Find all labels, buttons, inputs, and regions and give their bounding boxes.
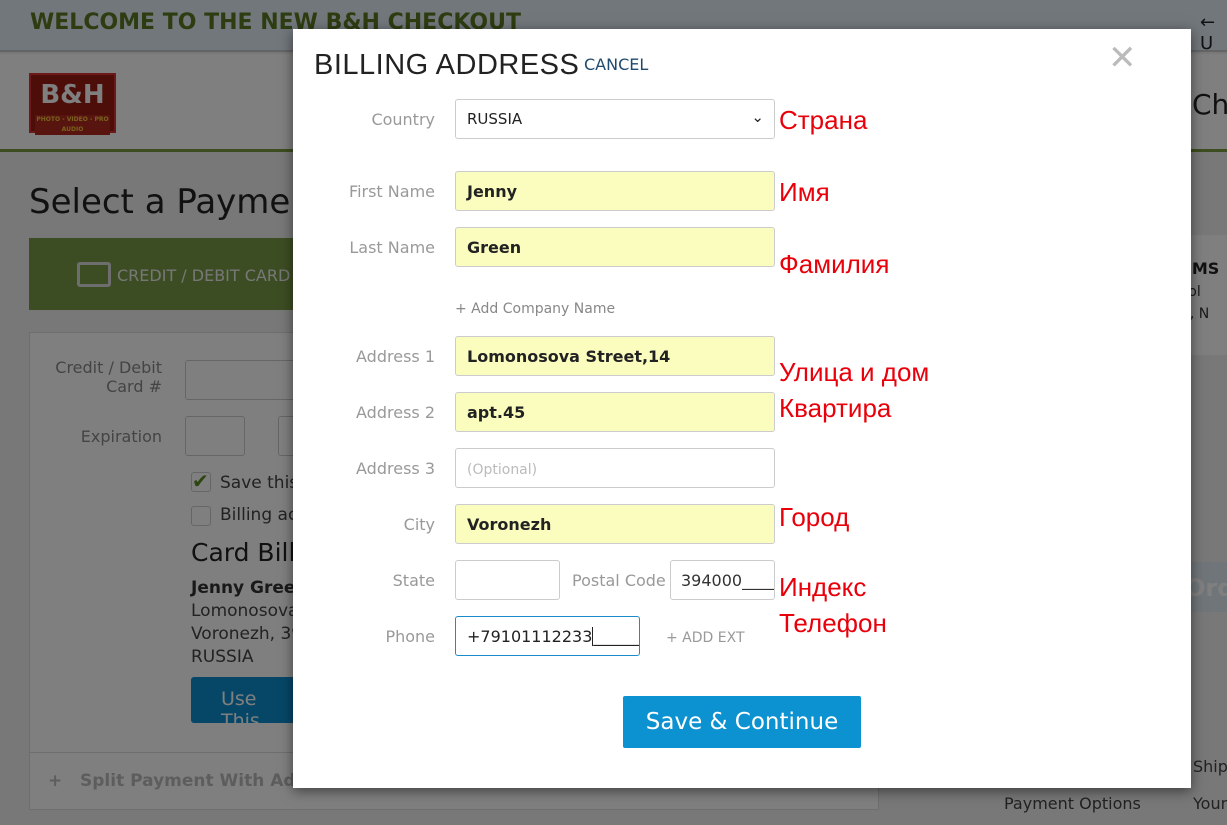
annotation-address2: Квартира — [779, 393, 892, 423]
annotation-city: Город — [779, 502, 850, 532]
cancel-link[interactable]: CANCEL — [584, 55, 648, 74]
first-name-label: First Name — [349, 182, 435, 201]
annotation-postal: Индекс — [779, 572, 867, 602]
address2-input[interactable]: apt.45 — [455, 392, 775, 432]
country-select[interactable]: RUSSIA ⌄ — [455, 99, 775, 139]
postal-code-input[interactable]: 394000____ — [670, 560, 775, 600]
chevron-down-icon: ⌄ — [751, 108, 764, 126]
last-name-label: Last Name — [349, 238, 435, 257]
add-ext-link[interactable]: + ADD EXT — [666, 630, 745, 646]
city-input[interactable]: Voronezh — [455, 504, 775, 544]
annotation-country: Страна — [779, 105, 868, 135]
billing-address-modal: BILLING ADDRESS CANCEL ✕ Country RUSSIA ⌄… — [293, 29, 1191, 788]
state-label: State — [392, 571, 435, 590]
first-name-input[interactable]: Jenny — [455, 171, 775, 211]
annotation-phone: Телефон — [779, 608, 887, 638]
postal-code-label: Postal Code — [572, 571, 666, 590]
modal-title: BILLING ADDRESS — [314, 49, 580, 81]
save-continue-button[interactable]: Save & Continue — [623, 696, 861, 748]
last-name-input[interactable]: Green — [455, 227, 775, 267]
annotation-first-name: Имя — [779, 177, 830, 207]
phone-label: Phone — [385, 627, 435, 646]
address3-label: Address 3 — [356, 459, 435, 478]
annotation-address1: Улица и дом — [779, 357, 930, 387]
phone-input[interactable]: +79101112233______ — [455, 616, 640, 656]
country-label: Country — [371, 110, 435, 129]
address1-input[interactable]: Lomonosova Street,14 — [455, 336, 775, 376]
add-company-link[interactable]: + Add Company Name — [455, 301, 615, 317]
address2-label: Address 2 — [356, 403, 435, 422]
address3-input[interactable]: (Optional) — [455, 448, 775, 488]
address1-label: Address 1 — [356, 347, 435, 366]
close-icon[interactable]: ✕ — [1108, 41, 1137, 75]
state-input[interactable] — [455, 560, 560, 600]
annotation-last-name: Фамилия — [779, 249, 890, 279]
city-label: City — [403, 515, 435, 534]
